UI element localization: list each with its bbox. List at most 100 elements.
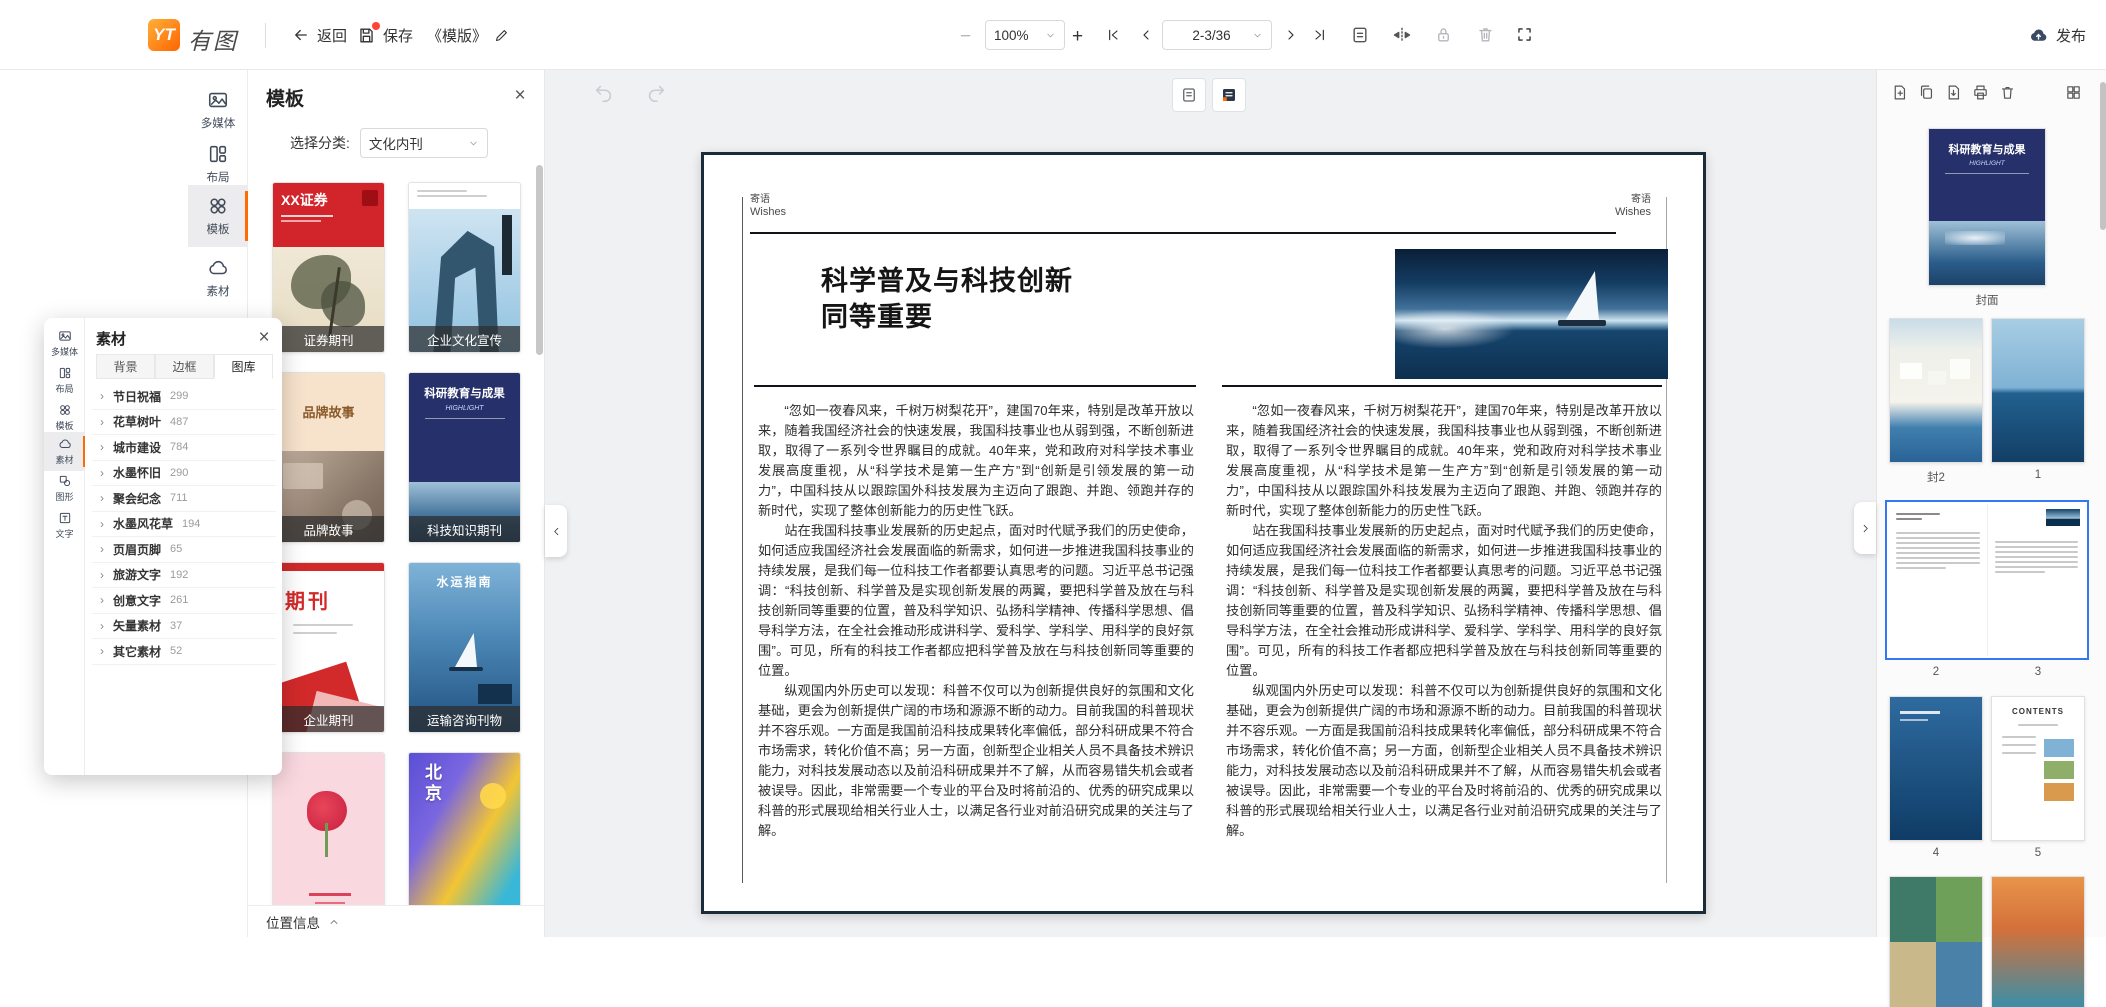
mini-rail-item-assets[interactable]: 素材 [44,432,85,471]
category-row[interactable]: ›矢量素材37 [92,614,276,640]
fullscreen-button[interactable] [1515,25,1534,44]
collapse-right-panel-tab[interactable] [1854,502,1876,554]
rail-item-multimedia[interactable]: 多媒体 [188,82,248,138]
category-row[interactable]: ›聚会纪念711 [92,486,276,512]
page-thumbnail[interactable]: CONTENTS [1991,696,2085,841]
spread-view-button[interactable] [1212,78,1246,112]
column-rule-right [1222,385,1662,387]
export-page-button[interactable] [1945,84,1962,101]
rail-item-layout[interactable]: 布局 [188,136,248,192]
single-page-view-button[interactable] [1172,78,1206,112]
cloud-upload-icon [2028,25,2049,46]
template-card[interactable]: 北京 [408,752,521,923]
template-card[interactable]: 期刊 企业期刊 [272,562,385,733]
chevron-right-icon: › [100,542,104,556]
tab-borders[interactable]: 边框 [155,354,214,379]
zoom-out-button[interactable]: − [960,26,971,48]
add-page-button[interactable] [1891,84,1908,101]
template-card[interactable] [272,752,385,923]
page-thumbnail[interactable] [1889,696,1983,841]
mini-rail-item-text[interactable]: 文字 [44,506,85,545]
position-info-footer[interactable]: 位置信息 [248,905,544,937]
category-row[interactable]: ›城市建设784 [92,435,276,461]
page-thumbnail[interactable] [1991,318,2085,463]
category-row[interactable]: ›水墨风花草194 [92,512,276,538]
page-indicator-value: 2-3/36 [1171,28,1252,43]
page-thumbnail-current-spread[interactable] [1885,500,2089,660]
tab-backgrounds[interactable]: 背景 [96,354,155,379]
header-rule [750,232,1616,234]
duplicate-page-button[interactable] [1918,84,1935,101]
mini-rail-item-multimedia[interactable]: 多媒体 [44,324,85,363]
grid-view-button[interactable] [2065,84,2082,101]
undo-button[interactable] [593,82,615,104]
mini-rail-item-shapes[interactable]: 图形 [44,469,85,508]
publish-button[interactable]: 发布 [2028,20,2086,50]
page-thumbnail-cover[interactable]: 科研教育与成果 HIGHLIGHT [1928,128,2046,286]
split-pages-button[interactable] [1392,25,1412,45]
template-card[interactable]: XX证券 证券期刊 [272,182,385,353]
category-row[interactable]: ›其它素材52 [92,639,276,665]
sailboat-photo[interactable] [1395,249,1668,379]
add-page-icon [1891,84,1908,101]
page-thumbnail[interactable] [1889,876,1983,1007]
template-card[interactable]: 科研教育与成果 HIGHLIGHT 科技知识期刊 [408,372,521,543]
category-name: 聚会纪念 [113,490,161,507]
close-icon[interactable]: × [254,328,274,348]
category-row[interactable]: ›花草树叶487 [92,410,276,436]
assets-tabs: 背景 边框 图库 [96,354,273,379]
template-card[interactable]: 水运指南 运输咨询刊物 [408,562,521,733]
body-column-right[interactable]: “忽如一夜春风来，千树万树梨花开”，建国70年来，特别是改革开放以来，随着我国经… [1226,401,1662,841]
back-label: 返回 [317,25,347,46]
body-column-left[interactable]: “忽如一夜春风来，千树万树梨花开”，建国70年来，特别是改革开放以来，随着我国经… [758,401,1194,841]
category-select[interactable]: 文化内刊 [360,128,488,158]
page-label: 封2 [1889,469,1983,485]
redo-button[interactable] [645,82,667,104]
pages-scrollbar[interactable] [2100,82,2106,230]
category-row[interactable]: ›页眉页脚65 [92,537,276,563]
template-panel-scrollbar[interactable] [536,165,543,355]
page-thumbnail[interactable] [1889,318,1983,463]
zoom-in-button[interactable]: + [1072,26,1083,48]
tab-gallery[interactable]: 图库 [214,354,273,379]
category-row[interactable]: ›创意文字261 [92,588,276,614]
document-spread[interactable]: 寄语 Wishes 寄语 Wishes 科学普及与科技创新 同等重要 “忽如一夜… [701,152,1706,914]
template-card[interactable]: 企业文化宣传 [408,182,521,353]
category-row[interactable]: ›节日祝福299 [92,384,276,410]
last-page-button[interactable] [1312,27,1328,43]
lock-button[interactable] [1434,25,1453,44]
mini-rail-label: 模板 [55,419,73,432]
category-row[interactable]: ›水墨怀旧290 [92,461,276,487]
close-icon[interactable]: × [510,86,530,106]
chevron-right-icon: › [100,619,104,633]
rail-item-assets[interactable]: 素材 [188,250,248,306]
chevron-down-icon [468,138,479,149]
category-row[interactable]: ›旅游文字192 [92,563,276,589]
contents-title: CONTENTS [1992,707,2084,716]
document-title[interactable]: 《模版》 [427,20,509,50]
page-settings-button[interactable] [1350,25,1370,45]
assets-category-list: ›节日祝福299 ›花草树叶487 ›城市建设784 ›水墨怀旧290 ›聚会纪… [92,384,276,665]
rail-item-template[interactable]: 模板 [188,185,248,247]
mini-rail-item-layout[interactable]: 布局 [44,361,85,400]
collapse-left-panel-tab[interactable] [545,505,567,557]
cover-subtitle: HIGHLIGHT [1929,160,2045,167]
page-thumbnail[interactable] [1991,876,2085,1007]
category-name: 节日祝福 [113,388,161,405]
page-label: 封面 [1928,292,2046,308]
save-button[interactable]: 保存 [357,20,413,50]
prev-page-button[interactable] [1138,27,1154,43]
delete-page-button[interactable] [1999,84,2016,101]
category-count: 65 [170,543,182,555]
zoom-level-select[interactable]: 100% [985,20,1065,50]
back-button[interactable]: 返回 [292,20,347,50]
print-page-button[interactable] [1972,84,1989,101]
template-card[interactable]: 品牌故事 品牌故事 [272,372,385,543]
first-page-button[interactable] [1105,27,1121,43]
delete-button[interactable] [1476,25,1495,44]
next-page-icon [1283,27,1299,43]
next-page-button[interactable] [1283,27,1299,43]
page-indicator-select[interactable]: 2-3/36 [1162,20,1272,50]
category-name: 矢量素材 [113,617,161,634]
rail-label: 布局 [207,169,230,185]
